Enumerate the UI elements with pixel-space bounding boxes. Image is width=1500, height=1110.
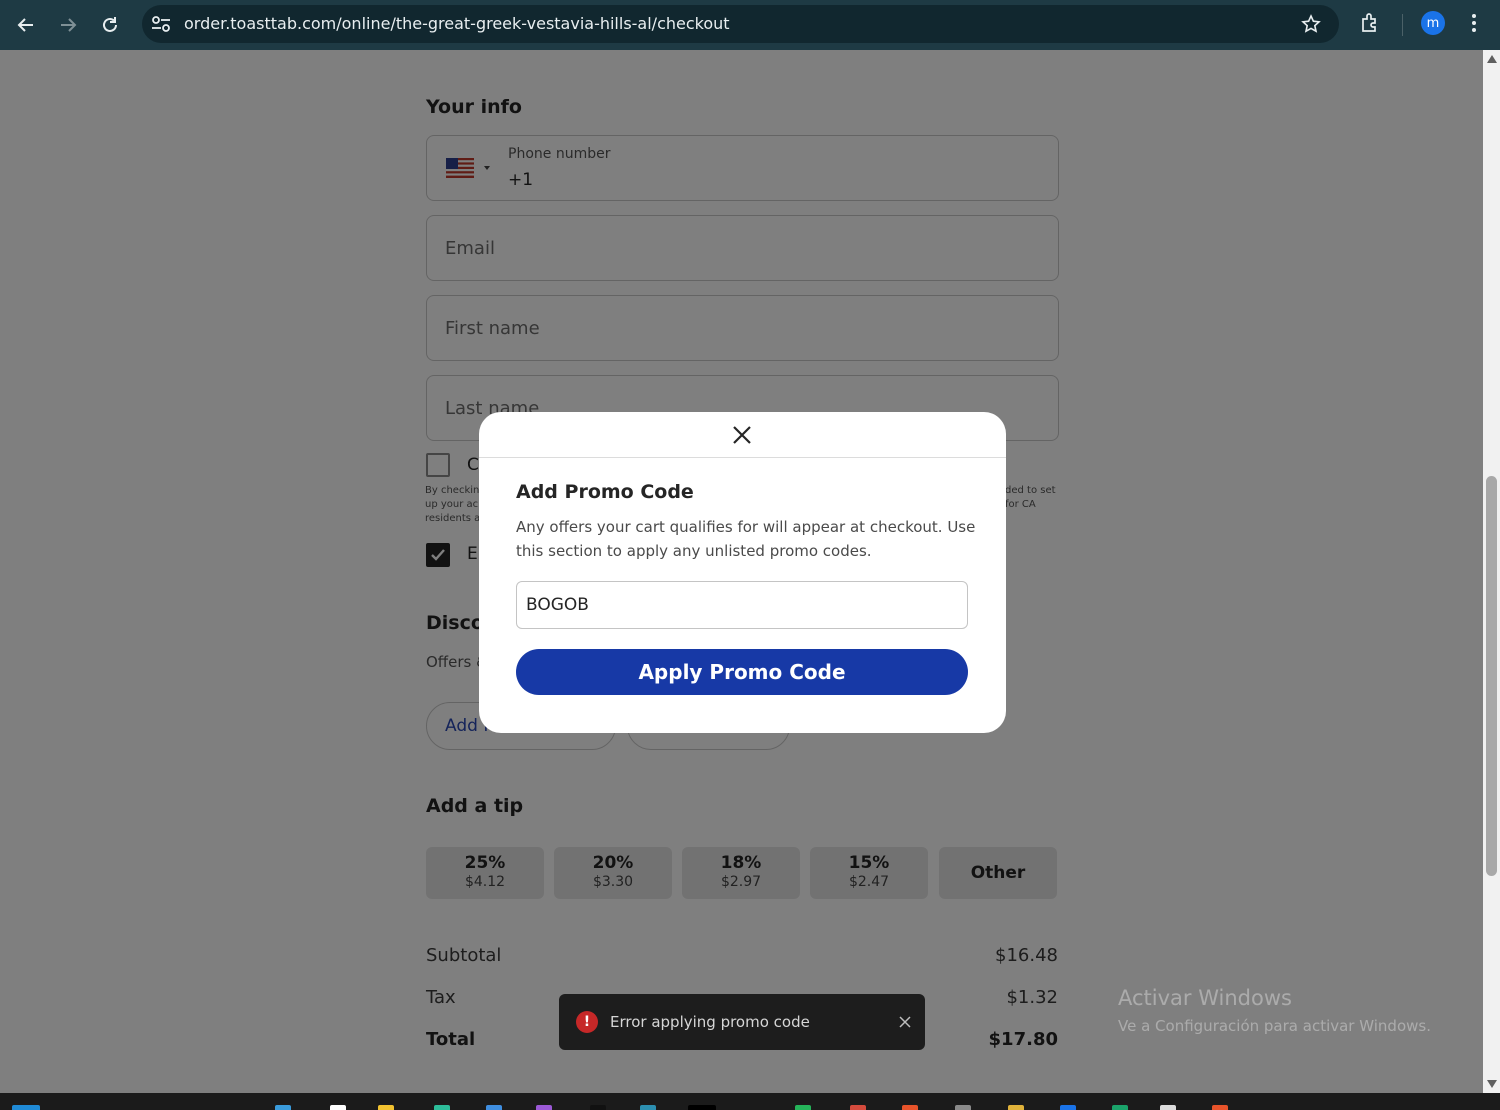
taskbar-app-icon[interactable] (850, 1105, 866, 1110)
error-icon: ! (576, 1011, 598, 1033)
taskbar-app-icon[interactable] (486, 1105, 502, 1110)
scroll-thumb[interactable] (1486, 476, 1497, 876)
taskbar-app-icon[interactable] (330, 1105, 346, 1110)
back-button[interactable] (8, 7, 44, 43)
promo-code-modal: Add Promo Code Any offers your cart qual… (479, 412, 1006, 733)
taskbar-app-icon[interactable] (1112, 1105, 1128, 1110)
taskbar-app-icon[interactable] (955, 1105, 971, 1110)
profile-avatar[interactable]: m (1421, 11, 1445, 35)
arrow-right-icon (61, 18, 77, 32)
taskbar-app-icon[interactable] (1160, 1105, 1176, 1110)
browser-toolbar: order.toasttab.com/online/the-great-gree… (0, 0, 1500, 50)
taskbar-app-icon[interactable] (902, 1105, 918, 1110)
taskbar-app-icon[interactable] (795, 1105, 811, 1110)
taskbar-app-icon[interactable] (590, 1105, 606, 1110)
taskbar-app-icon[interactable] (640, 1105, 656, 1110)
close-icon[interactable] (730, 423, 754, 447)
taskbar-app-icon[interactable] (378, 1105, 394, 1110)
taskbar-app-icon[interactable] (688, 1105, 716, 1110)
error-toast: ! Error applying promo code (559, 994, 925, 1050)
arrow-left-icon (17, 18, 33, 32)
windows-activation-subtitle: Ve a Configuración para activar Windows. (1118, 1017, 1431, 1035)
taskbar-app-icon[interactable] (434, 1105, 450, 1110)
toolbar-divider (1402, 14, 1403, 36)
taskbar-app-icon[interactable] (536, 1105, 552, 1110)
scroll-up-arrow-icon[interactable] (1487, 55, 1497, 63)
modal-title: Add Promo Code (516, 481, 694, 503)
toast-close-icon[interactable] (899, 1016, 911, 1028)
extensions-puzzle-icon[interactable] (1359, 12, 1381, 34)
modal-description: Any offers your cart qualifies for will … (516, 518, 976, 560)
windows-taskbar (0, 1093, 1500, 1110)
windows-activation-title: Activar Windows (1118, 986, 1292, 1010)
promo-code-input[interactable]: BOGOB (516, 581, 968, 629)
taskbar-app-icon[interactable] (275, 1105, 291, 1110)
address-bar[interactable]: order.toasttab.com/online/the-great-gree… (142, 5, 1339, 43)
reload-button[interactable] (92, 7, 128, 43)
reload-icon (103, 17, 117, 32)
toast-message: Error applying promo code (610, 1013, 810, 1031)
url-text: order.toasttab.com/online/the-great-gree… (184, 14, 730, 33)
modal-divider (479, 457, 1006, 458)
start-icon[interactable] (12, 1105, 40, 1110)
scroll-down-arrow-icon[interactable] (1487, 1080, 1497, 1088)
taskbar-app-icon[interactable] (1060, 1105, 1076, 1110)
forward-button[interactable] (50, 7, 86, 43)
site-settings-icon[interactable] (150, 14, 172, 34)
taskbar-app-icon[interactable] (1212, 1105, 1228, 1110)
apply-promo-button[interactable]: Apply Promo Code (516, 649, 968, 695)
taskbar-app-icon[interactable] (1008, 1105, 1024, 1110)
page-scrollbar[interactable] (1483, 50, 1500, 1093)
more-menu-icon[interactable] (1466, 12, 1482, 34)
bookmark-star-icon[interactable] (1301, 14, 1321, 34)
